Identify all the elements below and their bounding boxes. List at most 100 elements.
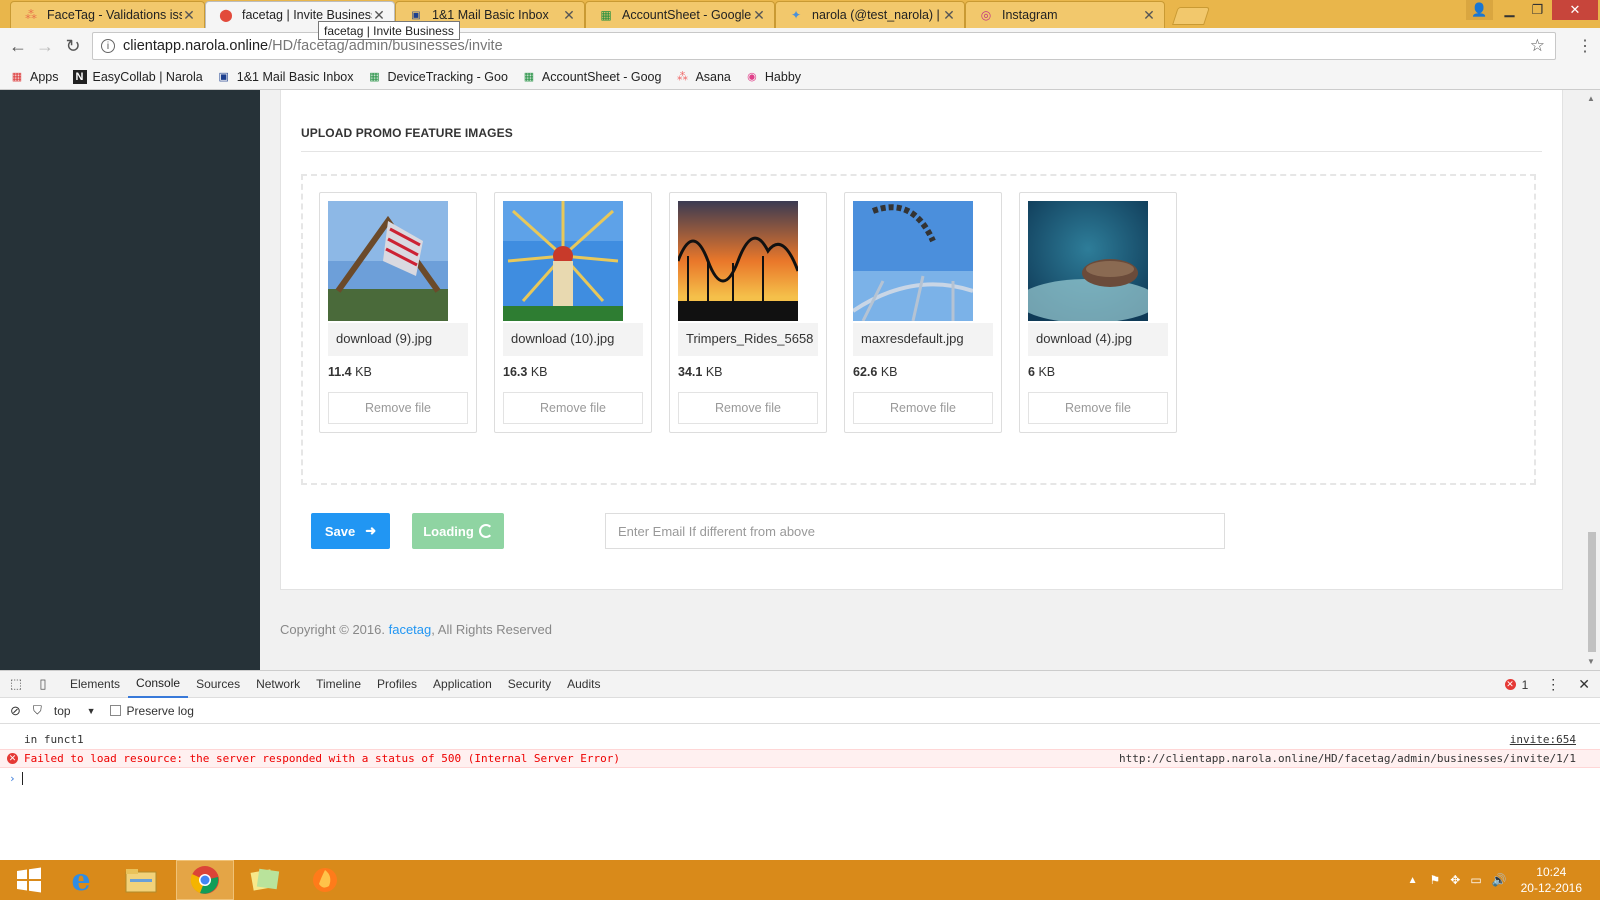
close-icon[interactable]: ✕	[1142, 7, 1156, 24]
browser-tab-instagram[interactable]: ◎ Instagram ✕	[965, 1, 1165, 28]
file-name: maxresdefault.jpg	[853, 323, 993, 356]
sticky-notes-icon[interactable]	[236, 860, 294, 900]
windows-start-icon[interactable]	[0, 860, 58, 900]
devtools-tab-network[interactable]: Network	[248, 671, 308, 698]
devtools-right-controls: ✕ 1 ⋮ ✕	[1498, 671, 1590, 698]
network-icon[interactable]: ✥	[1450, 873, 1460, 887]
device-toolbar-icon[interactable]: ▯	[32, 673, 54, 695]
bookmark-asana[interactable]: ⁂ Asana	[675, 70, 731, 84]
display-icon[interactable]: ▭	[1470, 873, 1481, 887]
error-count[interactable]: 1	[1522, 678, 1529, 692]
bookmark-accountsheet[interactable]: ▦ AccountSheet - Goog	[522, 70, 662, 84]
bookmark-mail[interactable]: ▣ 1&1 Mail Basic Inbox	[217, 70, 354, 84]
console-source-link[interactable]: http://clientapp.narola.online/HD/faceta…	[1119, 752, 1576, 765]
spinner-icon	[478, 524, 493, 538]
menu-kebab-icon[interactable]: ⋮	[1573, 34, 1597, 58]
minimize-button[interactable]: ▁	[1496, 0, 1523, 20]
console-error-line: ✕ Failed to load resource: the server re…	[0, 749, 1600, 768]
page-footer: Copyright © 2016. facetag, All Rights Re…	[280, 622, 552, 637]
error-icon: ✕	[7, 753, 18, 764]
bookmark-habby[interactable]: ◉ Habby	[745, 70, 801, 84]
facetag-icon: ⁂	[25, 8, 37, 22]
bookmark-apps[interactable]: ▦ Apps	[10, 70, 59, 84]
context-select[interactable]: top	[54, 704, 71, 718]
devtools-tab-audits[interactable]: Audits	[559, 671, 608, 698]
n-logo-icon: N	[72, 69, 87, 84]
sheets-icon: ▦	[369, 71, 380, 83]
file-preview: maxresdefault.jpg 62.6 KB Remove file	[844, 192, 1002, 433]
close-window-button[interactable]: ✕	[1552, 0, 1598, 20]
filter-icon[interactable]: ⛉	[33, 703, 42, 718]
restore-button[interactable]: ❐	[1524, 0, 1551, 20]
preserve-log-label: Preserve log	[126, 703, 194, 718]
inspect-element-icon[interactable]: ⬚	[5, 673, 27, 695]
bookmarks-bar: ▦ Apps N EasyCollab | Narola ▣ 1&1 Mail Bas…	[0, 64, 1600, 90]
close-icon[interactable]: ✕	[752, 7, 766, 24]
back-arrow-icon[interactable]: ←	[6, 34, 30, 58]
save-button[interactable]: Save ➜	[311, 513, 390, 549]
file-name: download (9).jpg	[328, 323, 468, 356]
remove-file-button[interactable]: Remove file	[503, 392, 643, 424]
page-scrollbar[interactable]: ▲ ▼	[1584, 90, 1600, 670]
image-dropzone[interactable]: download (9).jpg 11.4 KB Remove file dow…	[301, 174, 1536, 485]
bookmark-devicetracking[interactable]: ▦ DeviceTracking - Goo	[367, 70, 508, 84]
file-name: Trimpers_Rides_5658	[678, 323, 818, 356]
sheets-icon: ▦	[523, 71, 535, 83]
show-hidden-icons-icon[interactable]: ▲	[1408, 875, 1418, 886]
prompt-chevron-icon: ›	[9, 772, 16, 785]
url-path: /HD/facetag/admin/businesses/invite	[268, 38, 503, 54]
chrome-icon[interactable]	[176, 860, 234, 900]
url-host: clientapp.narola.online	[123, 38, 269, 54]
devtools-tab-application[interactable]: Application	[425, 671, 500, 698]
browser-tab-accountsheet[interactable]: ▦ AccountSheet - Google S ✕	[585, 1, 775, 28]
chevron-down-icon[interactable]: ▼	[87, 706, 96, 716]
reload-icon[interactable]: ↻	[61, 34, 85, 58]
internet-explorer-icon[interactable]: e	[52, 860, 110, 900]
scrollbar-thumb[interactable]	[1588, 532, 1596, 652]
action-center-flag-icon[interactable]: ⚑	[1429, 873, 1440, 887]
bookmark-star-icon[interactable]: ☆	[1530, 36, 1545, 56]
browser-tab-twitter[interactable]: ✦ narola (@test_narola) | Tw ✕	[775, 1, 965, 28]
info-icon[interactable]: i	[101, 39, 115, 53]
console-prompt[interactable]: ›	[0, 769, 1600, 788]
instagram-icon: ◎	[980, 8, 992, 22]
invite-business-card: UPLOAD PROMO FEATURE IMAGES download (9)…	[280, 90, 1563, 590]
system-clock[interactable]: 10:24 20-12-2016	[1521, 864, 1582, 896]
devtools-tab-sources[interactable]: Sources	[188, 671, 248, 698]
forward-arrow-icon[interactable]: →	[33, 34, 57, 58]
devtools-tab-elements[interactable]: Elements	[62, 671, 128, 698]
new-tab-button[interactable]	[1172, 7, 1210, 25]
browser-tab-facetag-validations[interactable]: ⁂ FaceTag - Validations iss ✕	[10, 1, 205, 28]
file-explorer-icon[interactable]	[112, 860, 170, 900]
firefox-icon[interactable]	[296, 860, 354, 900]
remove-file-button[interactable]: Remove file	[678, 392, 818, 424]
file-preview: download (4).jpg 6 KB Remove file	[1019, 192, 1177, 433]
close-icon[interactable]: ✕	[942, 7, 956, 24]
console-source-link[interactable]: invite:654	[1510, 733, 1576, 746]
remove-file-button[interactable]: Remove file	[328, 392, 468, 424]
clear-console-icon[interactable]: ⊘	[10, 703, 21, 719]
loading-button[interactable]: Loading	[412, 513, 504, 549]
menu-kebab-icon[interactable]: ⋮	[1546, 676, 1560, 693]
email-input[interactable]	[605, 513, 1225, 549]
error-icon: ✕	[1504, 679, 1516, 690]
devtools-panel: ⬚ ▯ Elements Console Sources Network Tim…	[0, 670, 1600, 860]
footer-facetag-link[interactable]: facetag	[389, 622, 432, 637]
preserve-log-checkbox[interactable]	[109, 705, 121, 716]
scroll-down-icon[interactable]: ▼	[1587, 657, 1595, 666]
system-tray: ▲ ⚑ ✥ ▭ 🔊 10:24 20-12-2016	[1408, 860, 1600, 900]
scroll-up-icon[interactable]: ▲	[1587, 94, 1595, 103]
close-icon[interactable]: ✕	[562, 7, 576, 24]
devtools-tab-console[interactable]: Console	[128, 671, 189, 698]
close-icon[interactable]: ✕	[182, 7, 196, 24]
remove-file-button[interactable]: Remove file	[1028, 392, 1168, 424]
devtools-tab-profiles[interactable]: Profiles	[369, 671, 425, 698]
volume-icon[interactable]: 🔊	[1492, 873, 1507, 887]
user-profile-icon[interactable]: 👤	[1466, 0, 1493, 20]
devtools-tab-timeline[interactable]: Timeline	[308, 671, 369, 698]
bookmark-easycollab[interactable]: N EasyCollab | Narola	[72, 69, 203, 84]
remove-file-button[interactable]: Remove file	[853, 392, 993, 424]
address-bar[interactable]: i clientapp.narola.online/HD/facetag/adm…	[92, 32, 1556, 60]
close-icon[interactable]: ✕	[1578, 676, 1590, 693]
devtools-tab-security[interactable]: Security	[500, 671, 559, 698]
